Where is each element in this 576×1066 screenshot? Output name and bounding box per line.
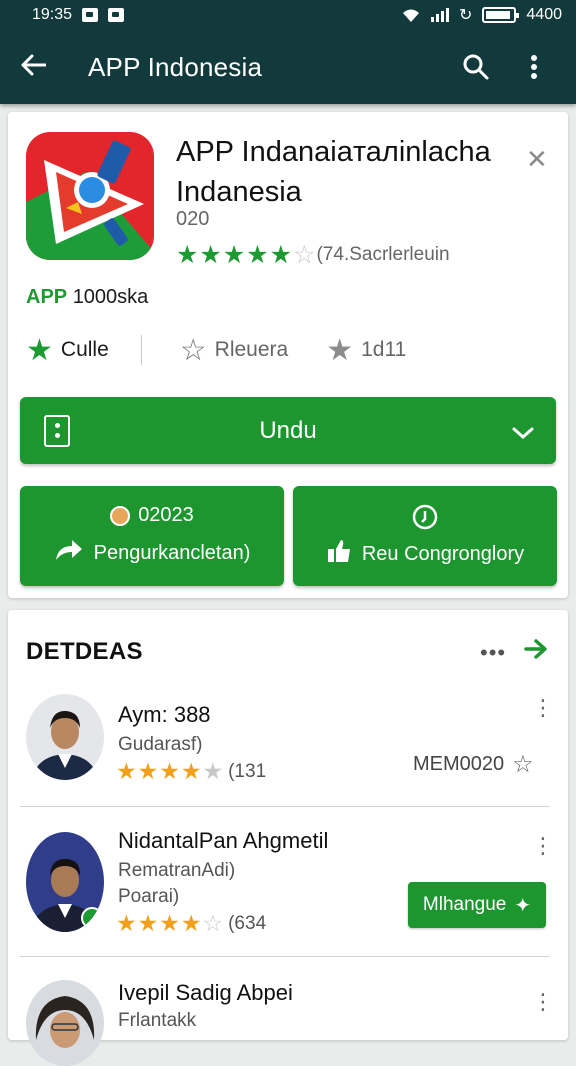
page-title: APP Indonesia xyxy=(88,51,263,82)
row-divider xyxy=(20,956,550,957)
list-item[interactable]: Aym: 388 Gudarasf) ★★★★ ★ (131 ⋮ MEM0020 … xyxy=(8,694,568,804)
stat-divider xyxy=(140,335,142,365)
app-tag: APP 1000ska xyxy=(26,286,148,309)
share-button[interactable]: 02023 Pengurkancletan) xyxy=(20,486,284,586)
item-name: Aym: 388 xyxy=(118,702,211,727)
item-rating: ★★★★ ☆ (634 xyxy=(116,910,266,937)
list-item[interactable]: NidantalPan Ahgmetil RematranAdi) Poarai… xyxy=(8,828,568,948)
stat-count-label: 1d11 xyxy=(361,338,407,361)
more-vert-icon[interactable] xyxy=(512,45,556,89)
like-label: Reu Congronglory xyxy=(361,542,525,565)
rating-count: (74.Sacrlerleuin xyxy=(316,244,450,265)
item-rating: ★★★★ ★ (131 xyxy=(116,758,266,785)
avatar xyxy=(26,832,104,932)
thumbs-up-icon xyxy=(326,538,352,570)
device-icon xyxy=(44,415,70,447)
star-outline-icon[interactable]: ☆ xyxy=(512,750,534,779)
item-meta-label: MEM0020 xyxy=(413,753,505,775)
arrow-right-icon[interactable] xyxy=(524,638,548,665)
app-tag-prefix: APP xyxy=(26,286,68,308)
empty-star-icon: ★ xyxy=(202,758,225,784)
share-top-label: 02023 xyxy=(138,504,194,526)
empty-star-icon: ☆ xyxy=(293,241,317,269)
star-outline-icon: ☆ xyxy=(179,333,207,367)
item-subtitle-2: Poarai) xyxy=(118,886,180,907)
item-name: Ivepil Sadig Abpei xyxy=(118,980,293,1005)
stat-favorite-label: Culle xyxy=(60,338,109,361)
manage-button[interactable]: Mlhangue ✦ xyxy=(408,882,546,928)
more-horiz-icon[interactable]: ••• xyxy=(480,640,506,666)
rating-stars-icon: ★★★★ xyxy=(116,910,203,936)
app-rating: ★★★★★ ☆ (74.Sacrlerleuin xyxy=(176,240,450,270)
rating-stars-icon: ★★★★ xyxy=(116,758,203,784)
signal-icon xyxy=(431,8,449,22)
empty-star-icon: ☆ xyxy=(202,910,225,936)
app-bar: APP Indonesia xyxy=(0,30,576,104)
wifi-icon xyxy=(403,9,419,22)
notification-icon xyxy=(82,8,99,22)
close-icon[interactable]: ✕ xyxy=(526,144,548,175)
stat-favorite[interactable]: ★ Culle xyxy=(26,333,109,368)
app-stats-row: ★ Culle ☆ Rleuera ★ 1d11 xyxy=(26,330,550,370)
share-label: Pengurkancletan) xyxy=(93,541,251,564)
sync-icon: ↻ xyxy=(459,7,473,24)
star-filled-icon: ★ xyxy=(26,333,53,367)
app-version: 020 xyxy=(176,208,210,230)
row-divider xyxy=(20,806,550,807)
status-time: 19:35 xyxy=(32,6,73,23)
stat-count: ★ 1d11 xyxy=(326,333,406,368)
manage-label: Mlhangue xyxy=(422,894,507,915)
more-vert-icon[interactable]: ⋮ xyxy=(532,835,554,857)
pin-icon: ✦ xyxy=(514,894,532,917)
avatar xyxy=(26,980,104,1066)
back-arrow-icon[interactable] xyxy=(20,50,70,84)
share-icon xyxy=(54,538,84,568)
status-bar: 19:35 ↻ 4400 xyxy=(0,0,576,30)
list-item[interactable]: Ivepil Sadig Abpei Frlantakk ⋮ xyxy=(8,976,568,1066)
item-name: NidantalPan Ahgmetil xyxy=(118,828,329,853)
star-gray-icon: ★ xyxy=(326,333,354,367)
more-vert-icon[interactable]: ⋮ xyxy=(532,697,554,719)
more-vert-icon[interactable]: ⋮ xyxy=(532,991,554,1013)
search-icon[interactable] xyxy=(454,45,498,89)
details-card: DETDEAS ••• Aym: 388 Gudarasf) ★★★★ ★ (13… xyxy=(8,610,568,1066)
item-subtitle: Gudarasf) xyxy=(118,734,203,755)
badge-icon xyxy=(110,505,131,526)
stat-review[interactable]: ☆ Rleuera xyxy=(180,333,288,368)
like-button[interactable]: Reu Congronglory xyxy=(293,486,557,586)
info-circle-icon xyxy=(412,504,438,536)
rating-count: (131 xyxy=(228,760,267,782)
rating-stars-icon: ★★★★★ xyxy=(176,241,294,269)
stat-review-label: Rleuera xyxy=(214,338,289,361)
rating-count: (634 xyxy=(228,912,267,934)
item-subtitle: RematranAdi) xyxy=(118,860,236,881)
app-logo-icon xyxy=(26,132,154,260)
item-subtitle: Frlantakk xyxy=(118,1010,197,1031)
avatar xyxy=(26,694,104,780)
download-button[interactable]: Undu xyxy=(20,397,556,464)
item-meta: MEM0020 ☆ xyxy=(413,750,534,779)
app-detail-card: APP Indanaiaталinlacha Indanesia ✕ 020 ★… xyxy=(8,112,568,598)
download-label: Undu xyxy=(259,416,317,444)
section-heading: DETDEAS xyxy=(26,638,143,665)
notification-icon-2 xyxy=(108,8,125,22)
status-right-text: 4400 xyxy=(526,6,562,23)
chevron-down-icon[interactable] xyxy=(512,419,534,447)
battery-icon xyxy=(482,7,520,23)
app-title: APP Indanaiaталinlacha Indanesia xyxy=(176,136,491,208)
app-tag-suffix: 1000ska xyxy=(72,286,149,308)
